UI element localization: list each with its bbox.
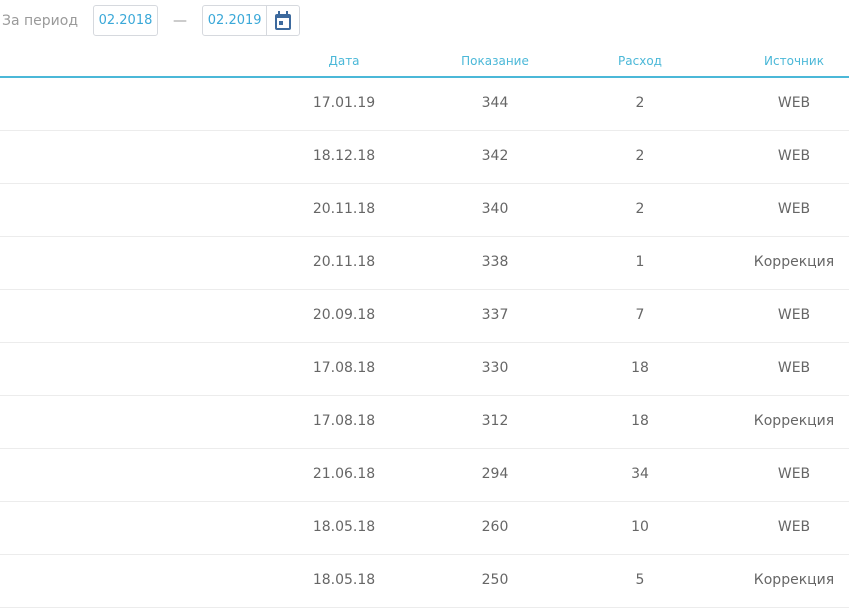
source-cell: WEB: [777, 95, 811, 111]
period-separator: —: [173, 12, 187, 29]
table-row: 17.01.19 344 2 WEB: [0, 78, 849, 131]
period-filter: За период 02.2018 — 02.2019: [0, 4, 300, 37]
period-to-value: 02.2019: [207, 13, 262, 28]
readings-table: 17.01.19 344 2 WEB 18.12.18 342 2 WEB 20.11.18 34…: [0, 78, 849, 608]
reading-cell: 344: [481, 95, 509, 111]
reading-cell: 312: [481, 413, 509, 429]
reading-cell: 330: [481, 360, 509, 376]
date-cell: 17.08.18: [312, 360, 376, 376]
column-date[interactable]: Дата: [328, 54, 359, 68]
source-cell: WEB: [777, 360, 811, 376]
source-cell: WEB: [777, 307, 811, 323]
period-from-input[interactable]: 02.2018: [93, 5, 158, 36]
reading-cell: 342: [481, 148, 509, 164]
reading-cell: 340: [481, 201, 509, 217]
consumption-cell: 2: [635, 148, 645, 164]
column-source[interactable]: Источник: [764, 54, 824, 68]
date-cell: 20.11.18: [312, 201, 376, 217]
reading-cell: 260: [481, 519, 509, 535]
date-cell: 18.05.18: [312, 519, 376, 535]
consumption-cell: 10: [631, 519, 649, 535]
source-cell: WEB: [777, 466, 811, 482]
date-cell: 21.06.18: [312, 466, 376, 482]
date-cell: 20.09.18: [312, 307, 376, 323]
source-cell: Коррекция: [753, 413, 835, 429]
calendar-icon: [275, 10, 292, 30]
table-row: 20.11.18 340 2 WEB: [0, 184, 849, 237]
source-cell: WEB: [777, 519, 811, 535]
column-reading[interactable]: Показание: [461, 54, 529, 68]
source-cell: WEB: [777, 201, 811, 217]
source-cell: Коррекция: [753, 254, 835, 270]
table-row: 20.09.18 337 7 WEB: [0, 290, 849, 343]
consumption-cell: 34: [631, 466, 649, 482]
table-row: 20.11.18 338 1 Коррекция: [0, 237, 849, 290]
date-cell: 18.05.18: [312, 572, 376, 588]
period-to-input[interactable]: 02.2019: [202, 5, 300, 36]
source-cell: WEB: [777, 148, 811, 164]
column-consumption[interactable]: Расход: [618, 54, 662, 68]
reading-cell: 337: [481, 307, 509, 323]
consumption-cell: 2: [635, 95, 645, 111]
period-label: За период: [2, 12, 79, 29]
source-cell: Коррекция: [753, 572, 835, 588]
table-row: 18.05.18 250 5 Коррекция: [0, 555, 849, 608]
consumption-cell: 7: [635, 307, 645, 323]
date-cell: 17.08.18: [312, 413, 376, 429]
table-header: Дата Показание Расход Источник: [0, 52, 849, 78]
reading-cell: 294: [481, 466, 509, 482]
consumption-cell: 2: [635, 201, 645, 217]
reading-cell: 338: [481, 254, 509, 270]
consumption-cell: 18: [631, 360, 649, 376]
date-cell: 18.12.18: [312, 148, 376, 164]
calendar-button[interactable]: [266, 6, 299, 35]
table-row: 18.05.18 260 10 WEB: [0, 502, 849, 555]
table-row: 17.08.18 312 18 Коррекция: [0, 396, 849, 449]
consumption-cell: 1: [635, 254, 645, 270]
consumption-cell: 18: [631, 413, 649, 429]
consumption-cell: 5: [635, 572, 645, 588]
table-row: 21.06.18 294 34 WEB: [0, 449, 849, 502]
date-cell: 20.11.18: [312, 254, 376, 270]
reading-cell: 250: [481, 572, 509, 588]
date-cell: 17.01.19: [312, 95, 376, 111]
table-row: 17.08.18 330 18 WEB: [0, 343, 849, 396]
table-row: 18.12.18 342 2 WEB: [0, 131, 849, 184]
